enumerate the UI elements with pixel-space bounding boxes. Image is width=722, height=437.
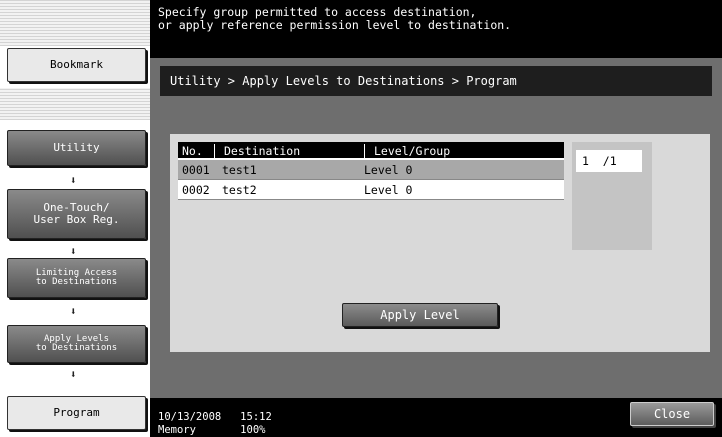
apply-level-button[interactable]: Apply Level <box>342 303 498 327</box>
step-program-label: Program <box>53 406 100 419</box>
header-divider <box>364 144 365 158</box>
page-indicator-panel: 1 /1 <box>572 142 652 250</box>
page-indicator: 1 /1 <box>576 150 642 172</box>
row-level: Level 0 <box>364 183 413 197</box>
step-limiting-access-button[interactable]: Limiting Access to Destinations <box>7 258 146 298</box>
header-divider <box>214 144 215 158</box>
down-arrow-icon: ⬇ <box>70 368 77 381</box>
header-destination: Destination <box>224 144 301 158</box>
breadcrumb: Utility > Apply Levels to Destinations >… <box>160 66 712 96</box>
header-no: No. <box>182 144 203 158</box>
status-bar: 10/13/2008 15:12 Memory 100% Close <box>150 398 722 437</box>
bookmark-button[interactable]: Bookmark <box>7 48 146 82</box>
hatched-panel <box>0 88 150 120</box>
step-limiting-access-label-line2: to Destinations <box>35 277 118 287</box>
down-arrow-icon: ⬇ <box>70 174 77 187</box>
left-navigation: Bookmark Utility ⬇ One-Touch/ User Box R… <box>0 0 150 437</box>
instruction-line-2: or apply reference permission level to d… <box>158 18 512 32</box>
step-one-touch-button[interactable]: One-Touch/ User Box Reg. <box>7 189 146 239</box>
row-no: 0002 <box>182 183 210 197</box>
instruction-message: Specify group permitted to access destin… <box>150 0 722 58</box>
step-program-button[interactable]: Program <box>7 396 146 430</box>
step-utility-label: Utility <box>53 141 100 154</box>
hatched-panel <box>0 0 150 46</box>
close-button[interactable]: Close <box>630 402 714 426</box>
bookmark-label: Bookmark <box>50 58 103 71</box>
table-row[interactable]: 0002 test2 Level 0 <box>178 180 564 200</box>
main-panel: Utility > Apply Levels to Destinations >… <box>150 58 722 398</box>
destination-table: No. Destination Level/Group 0001 test1 L… <box>178 142 564 200</box>
row-destination: test1 <box>222 163 257 177</box>
datetime: 10/13/2008 15:12 <box>158 411 272 423</box>
step-utility-button[interactable]: Utility <box>7 130 146 166</box>
memory-status: Memory 100% <box>158 424 266 436</box>
row-level: Level 0 <box>364 163 413 177</box>
step-apply-levels-button[interactable]: Apply Levels to Destinations <box>7 325 146 363</box>
down-arrow-icon: ⬇ <box>70 245 77 258</box>
step-one-touch-label-line2: User Box Reg. <box>33 213 120 226</box>
row-destination: test2 <box>222 183 257 197</box>
table-row[interactable]: 0001 test1 Level 0 <box>178 160 564 180</box>
table-header: No. Destination Level/Group <box>178 142 564 160</box>
row-no: 0001 <box>182 163 210 177</box>
step-apply-levels-label-line2: to Destinations <box>35 343 118 353</box>
header-level-group: Level/Group <box>374 144 451 158</box>
down-arrow-icon: ⬇ <box>70 305 77 318</box>
